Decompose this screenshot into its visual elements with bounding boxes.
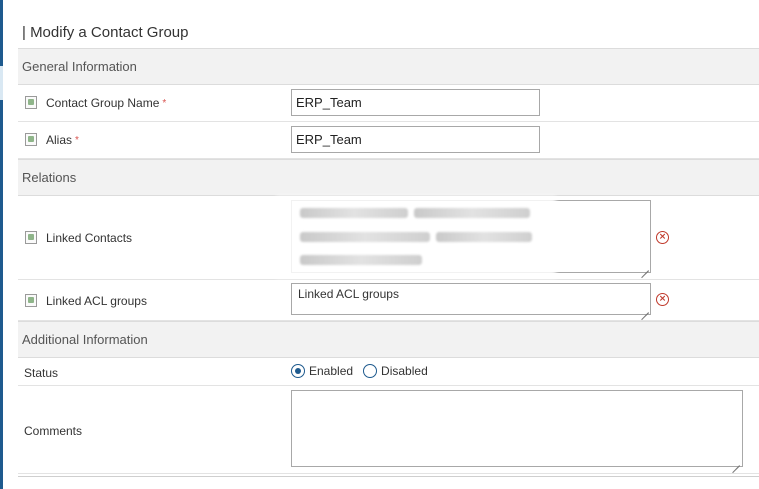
- alias-label: Alias: [46, 133, 73, 147]
- section-general-information: General Information: [18, 48, 759, 85]
- field-label-linked-acl-groups: Linked ACL groups: [24, 293, 147, 309]
- left-nav-highlight: [0, 66, 3, 100]
- contact-group-form: General Information Contact Group Name *…: [18, 48, 759, 474]
- broken-image-icon: [24, 293, 40, 309]
- redacted-contact: [414, 208, 530, 218]
- status-disabled-label[interactable]: Disabled: [381, 364, 428, 378]
- redacted-contact: [300, 232, 430, 242]
- row-status: Status Enabled Disabled: [18, 358, 759, 386]
- broken-image-icon: [24, 132, 40, 148]
- field-label-contact-group-name: Contact Group Name *: [24, 95, 166, 111]
- status-radio-group: Enabled Disabled: [291, 364, 438, 378]
- comments-label: Comments: [24, 424, 83, 438]
- broken-image-icon: [24, 95, 40, 111]
- status-label: Status: [24, 366, 59, 380]
- section-relations: Relations: [18, 159, 759, 196]
- redacted-contact: [436, 232, 532, 242]
- clear-circle-icon[interactable]: ×: [656, 293, 669, 306]
- linked-acl-groups-label: Linked ACL groups: [46, 294, 147, 308]
- page-title: | Modify a Contact Group: [22, 24, 189, 41]
- status-enabled-radio[interactable]: [291, 364, 305, 378]
- comments-textarea[interactable]: [291, 390, 743, 467]
- section-additional-information: Additional Information: [18, 321, 759, 358]
- required-marker: *: [162, 97, 167, 109]
- row-comments: Comments: [18, 386, 759, 474]
- contact-group-name-input[interactable]: [291, 89, 540, 116]
- row-linked-acl-groups: Linked ACL groups Linked ACL groups ×: [18, 280, 759, 321]
- row-contact-group-name: Contact Group Name *: [18, 85, 759, 122]
- linked-acl-groups-placeholder: Linked ACL groups: [298, 287, 399, 301]
- required-marker: *: [75, 134, 79, 146]
- redacted-contact: [300, 208, 408, 218]
- row-linked-contacts: Linked Contacts ×: [18, 196, 759, 280]
- broken-image-icon: [24, 230, 40, 246]
- status-enabled-label[interactable]: Enabled: [309, 364, 353, 378]
- field-label-linked-contacts: Linked Contacts: [24, 230, 132, 246]
- status-disabled-radio[interactable]: [363, 364, 378, 378]
- clear-circle-icon[interactable]: ×: [656, 231, 669, 244]
- row-alias: Alias *: [18, 122, 759, 159]
- redacted-contact: [300, 255, 422, 265]
- field-label-alias: Alias *: [24, 132, 79, 148]
- alias-input[interactable]: [291, 126, 540, 153]
- form-bottom-border: [18, 476, 759, 477]
- resize-grip[interactable]: [641, 305, 649, 313]
- linked-acl-groups-select[interactable]: Linked ACL groups: [291, 283, 651, 315]
- resize-grip[interactable]: [732, 458, 740, 466]
- contact-group-name-label: Contact Group Name: [46, 96, 160, 110]
- linked-contacts-label: Linked Contacts: [46, 231, 133, 245]
- resize-grip[interactable]: [641, 263, 649, 271]
